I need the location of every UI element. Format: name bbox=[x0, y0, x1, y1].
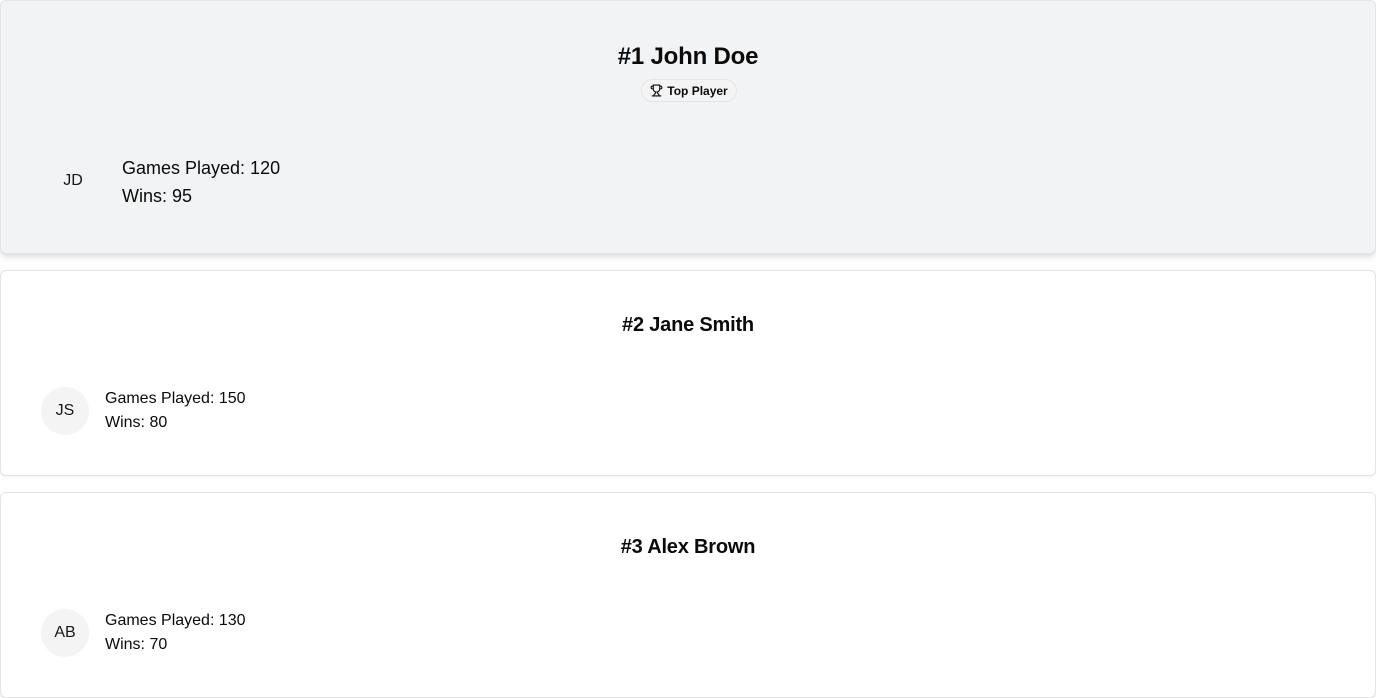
avatar: AB bbox=[41, 609, 89, 657]
player-stats: Games Played: 130 Wins: 70 bbox=[105, 609, 246, 657]
player-title: #3 Alex Brown bbox=[620, 536, 756, 558]
games-played: Games Played: 130 bbox=[105, 612, 246, 629]
trophy-icon bbox=[650, 84, 663, 97]
wins: Wins: 95 bbox=[122, 186, 193, 206]
player-card-2: #2 Jane Smith JS Games Played: 150 Wins:… bbox=[0, 270, 1376, 476]
player-card-3: #3 Alex Brown AB Games Played: 130 Wins:… bbox=[0, 492, 1376, 698]
wins: Wins: 70 bbox=[105, 636, 168, 653]
player-stats: Games Played: 150 Wins: 80 bbox=[105, 387, 246, 435]
player-title: #2 Jane Smith bbox=[622, 314, 754, 336]
wins: Wins: 80 bbox=[105, 414, 168, 431]
player-title: #1 John Doe bbox=[617, 43, 759, 70]
games-played: Games Played: 150 bbox=[105, 390, 246, 407]
avatar: JS bbox=[41, 387, 89, 435]
top-player-badge: Top Player bbox=[641, 79, 737, 102]
games-played: Games Played: 120 bbox=[122, 158, 281, 178]
badge-label: Top Player bbox=[667, 83, 728, 98]
player-stats: Games Played: 120 Wins: 95 bbox=[122, 154, 280, 210]
player-card-1: #1 John Doe Top Player JD Games Played: … bbox=[0, 0, 1376, 254]
avatar: JD bbox=[63, 172, 83, 189]
